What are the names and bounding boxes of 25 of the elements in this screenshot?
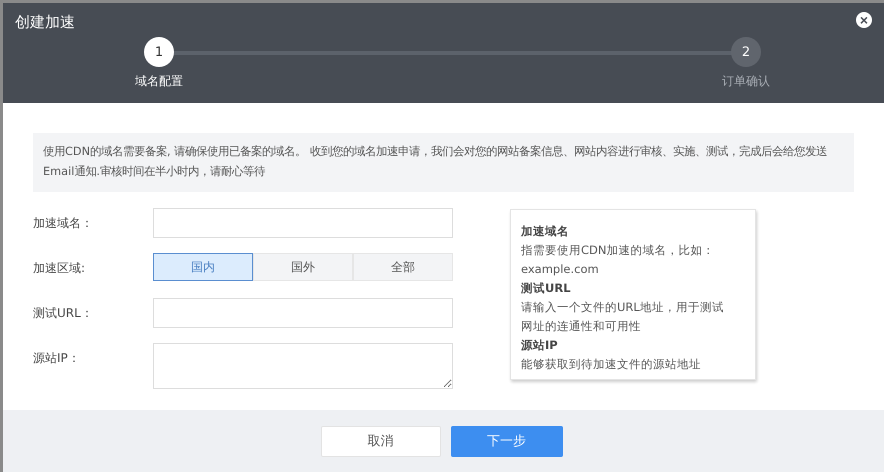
close-button[interactable]: × [856,12,872,28]
help-text: example.com [521,261,600,278]
field-label: 加速域名： [33,215,94,232]
step-number: 2 [731,37,761,67]
field-label: 测试URL： [33,305,94,322]
cancel-button[interactable]: 取消 [320,426,440,456]
field-label: 源站IP： [33,350,81,367]
text-area[interactable] [153,343,453,389]
help-text: 请输入一个文件的URL地址，用于测试 [521,299,725,316]
help-title: 加速域名 [521,223,570,240]
notice-text: 使用CDN的域名需要备案, 请确保使用已备案的域名。 收到您的域名加速申请，我们会对您的网站备案信息、网站内容进行审核、实施、测试，完成后会给您发送 Email通知.审核时间在半小时内，请耐心等待 [33,133,854,192]
help-text: 能够获取到待加速文件的源站地址 [521,356,702,373]
help-title: 测试URL [521,280,572,297]
help-text: 网址的连通性和可用性 [521,318,642,335]
step-label: 订单确认 [722,73,770,90]
field-label: 加速区域: [33,260,86,277]
region-option[interactable]: 全部 [353,253,453,281]
dialog-title: 创建加速 [15,12,75,33]
text-field[interactable] [153,298,453,328]
region-option[interactable]: 国外 [253,253,353,281]
step-number: 1 [144,37,174,67]
step-label: 域名配置 [135,73,183,90]
help-title: 源站IP [521,337,559,354]
text-field[interactable] [153,208,453,238]
help-text: 指需要使用CDN加速的域名，比如： [521,242,716,259]
